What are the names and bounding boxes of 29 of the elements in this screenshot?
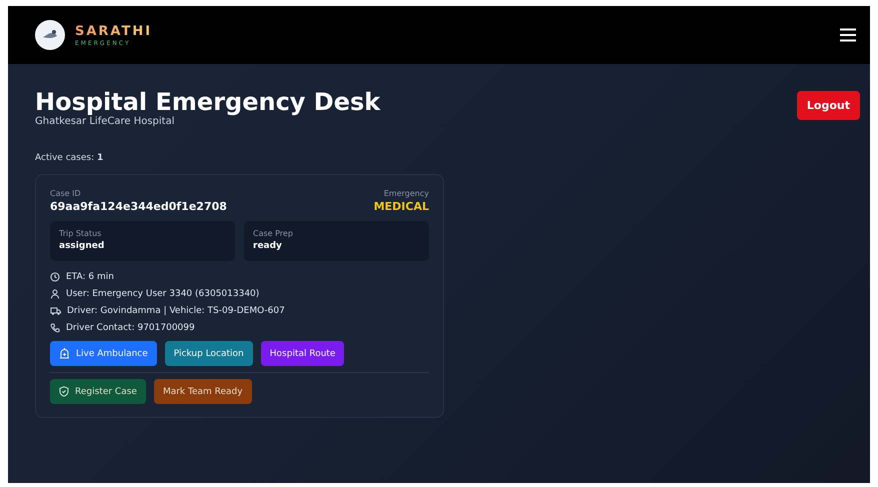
shield-icon	[59, 386, 69, 397]
status-label: Case Prep	[253, 229, 294, 238]
hospital-name: Ghatkesar LifeCare Hospital	[35, 116, 176, 127]
logout-button[interactable]: Logout	[796, 91, 860, 120]
detail-text: Driver: Govindamma | Vehicle: TS-09-DEMO-607	[67, 306, 285, 316]
phone-icon	[50, 322, 60, 332]
case-id-label: Case ID	[50, 189, 82, 198]
action-button[interactable]: Hospital Route	[260, 341, 344, 366]
truck-icon	[50, 306, 61, 316]
detail-text: ETA: 6 min	[66, 272, 114, 282]
emergency-label: Emergency	[382, 189, 429, 198]
action-button[interactable]: Live Ambulance	[50, 341, 157, 366]
logo-icon	[35, 20, 65, 50]
active-cases-count: Active cases: 1	[35, 153, 104, 163]
ambulance-icon	[59, 348, 70, 359]
action-button[interactable]: Register Case	[50, 379, 146, 404]
status-value: ready	[253, 241, 283, 251]
status-label: Trip Status	[59, 229, 102, 238]
user-icon	[50, 288, 60, 298]
action-button[interactable]: Mark Team Ready	[154, 379, 252, 404]
menu-icon[interactable]	[840, 28, 856, 42]
status-value: assigned	[59, 241, 106, 251]
clock-icon	[50, 272, 60, 282]
emergency-type: MEDICAL	[374, 200, 429, 213]
action-button[interactable]: Pickup Location	[164, 341, 253, 366]
detail-text: Driver Contact: 9701700099	[66, 322, 195, 332]
case-id: 69aa9fa124e344ed0f1e2708	[50, 200, 227, 213]
page-title: Hospital Emergency Desk	[35, 88, 380, 116]
detail-text: User: Emergency User 3340 (6305013340)	[66, 288, 260, 298]
